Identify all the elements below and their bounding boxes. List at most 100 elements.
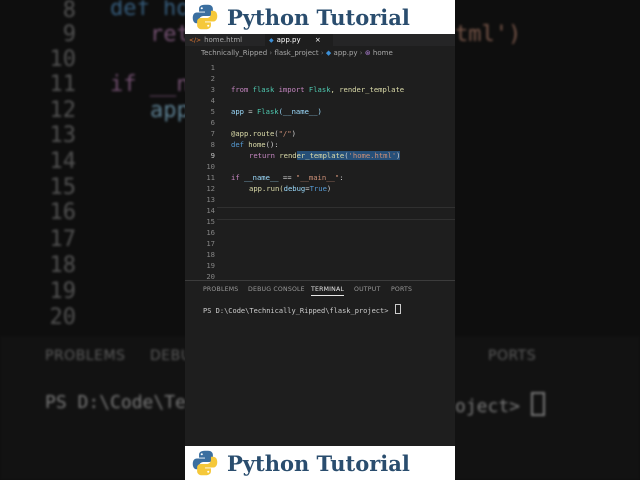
- tab-ports[interactable]: PORTS: [391, 286, 412, 293]
- code-token: def: [231, 140, 244, 149]
- code-token: app: [231, 107, 244, 116]
- line-number: 1: [210, 63, 215, 72]
- code-token: (__name__): [278, 107, 322, 116]
- bg-line-number: 10: [49, 47, 77, 72]
- bg-prompt-right: oject>: [455, 396, 521, 417]
- code-token: rend: [274, 151, 297, 160]
- code-token: 'home.html': [348, 151, 397, 160]
- code-token: ): [291, 129, 296, 138]
- bg-panel-tab: PROBLEMS: [45, 348, 126, 364]
- terminal-panel: PROBLEMS DEBUG CONSOLE TERMINAL OUTPUT P…: [185, 280, 455, 447]
- bg-panel-tab: PORTS: [488, 348, 537, 364]
- line-number: 7: [210, 129, 215, 138]
- tab-label: app.py: [276, 36, 301, 44]
- banner-title: Python Tutorial: [227, 4, 410, 30]
- bg-line-number: 17: [49, 227, 77, 252]
- code-line-11: if __name__ == "__main__":: [231, 173, 344, 182]
- breadcrumb-item[interactable]: home: [373, 49, 393, 57]
- line-number: 18: [206, 250, 215, 259]
- code-token: Flask: [256, 107, 279, 116]
- line-number: 15: [206, 217, 215, 226]
- code-token: import: [278, 85, 305, 94]
- breadcrumb: Technically_Ripped › flask_project › ◆ a…: [201, 49, 393, 57]
- line-number: 6: [210, 118, 215, 127]
- terminal-prompt-text: PS D:\Code\Technically_Ripped\flask_proj…: [203, 307, 393, 315]
- line-number: 2: [210, 74, 215, 83]
- line-number: 5: [210, 107, 215, 116]
- editor-tabs: </> home.html ◆ app.py ×: [185, 34, 455, 46]
- bg-line-number: 14: [49, 149, 77, 174]
- line-number: 13: [206, 195, 215, 204]
- code-token: __name__: [239, 173, 279, 182]
- bg-line-number: 16: [49, 200, 77, 225]
- code-token: from: [231, 85, 249, 94]
- python-file-icon: ◆: [325, 49, 332, 57]
- line-number: 12: [206, 184, 215, 193]
- bg-prompt: oject>: [455, 392, 545, 417]
- bg-code: tml'): [455, 22, 522, 47]
- code-token: home: [243, 140, 266, 149]
- terminal-prompt[interactable]: PS D:\Code\Technically_Ripped\flask_proj…: [203, 304, 401, 315]
- banner-top: Python Tutorial: [185, 0, 455, 34]
- code-line-3: from flask import Flask, render_template: [231, 85, 404, 94]
- code-token: ): [326, 184, 332, 193]
- line-number: 8: [210, 140, 215, 149]
- bg-prompt: PS D:\Code\Tec: [45, 392, 197, 413]
- breadcrumb-item[interactable]: app.py: [334, 49, 358, 57]
- tab-home-html[interactable]: </> home.html: [185, 34, 265, 46]
- line-number: 14: [206, 206, 215, 215]
- bg-line-number: 18: [49, 253, 77, 278]
- line-number: 3: [210, 85, 215, 94]
- close-icon[interactable]: ×: [315, 36, 321, 44]
- code-line-8: def home():: [231, 140, 279, 149]
- code-token: ): [396, 151, 401, 160]
- bg-line-number: 19: [49, 279, 77, 304]
- code-token: "/": [278, 129, 292, 138]
- breadcrumb-item[interactable]: Technically_Ripped: [201, 49, 267, 57]
- tab-app-py[interactable]: ◆ app.py ×: [265, 34, 333, 46]
- code-line-7: @app.route("/"): [231, 129, 296, 138]
- html-file-icon: </>: [189, 37, 202, 44]
- line-number: 9: [210, 151, 215, 160]
- code-token: @app.route: [231, 129, 275, 138]
- bg-code: app: [150, 98, 190, 123]
- code-token: ==: [278, 173, 296, 182]
- tab-problems[interactable]: PROBLEMS: [203, 286, 238, 293]
- line-number: 16: [206, 228, 215, 237]
- function-symbol-icon: ⊛: [364, 49, 371, 57]
- code-token: ():: [265, 140, 279, 149]
- code-token: =: [243, 107, 257, 116]
- bg-line-number: 8: [62, 0, 76, 23]
- code-token: if: [231, 173, 240, 182]
- tab-output[interactable]: OUTPUT: [354, 286, 380, 293]
- bg-line-number: 15: [49, 175, 77, 200]
- code-editor[interactable]: 1 2 3 4 5 6 7 8 9 10 11 12 13 14 15 16 1…: [185, 60, 455, 281]
- bg-line-number: 12: [49, 98, 77, 123]
- python-file-icon: ◆: [269, 37, 274, 44]
- tab-debug-console[interactable]: DEBUG CONSOLE: [248, 286, 305, 293]
- tab-terminal[interactable]: TERMINAL: [311, 286, 345, 296]
- bg-line-number: 11: [49, 72, 77, 97]
- bg-line-number: 13: [49, 123, 77, 148]
- video-column: Python Tutorial </> home.html ◆ app.py × T…: [185, 0, 455, 480]
- line-number: 10: [206, 162, 215, 171]
- code-token: debug: [283, 184, 306, 193]
- banner-title: Python Tutorial: [227, 450, 410, 476]
- code-token: , render_template: [330, 85, 405, 94]
- bg-line-number: 9: [62, 22, 76, 47]
- breadcrumb-item[interactable]: flask_project: [274, 49, 318, 57]
- line-number: 11: [206, 173, 215, 182]
- code-token: app.run(: [249, 184, 284, 193]
- bg-line-number: 20: [49, 305, 77, 330]
- text-selection: er_template('home.html'): [296, 151, 401, 160]
- tab-label: home.html: [204, 36, 243, 44]
- code-token: return: [249, 151, 275, 160]
- banner-bottom: Python Tutorial: [185, 446, 455, 480]
- line-number: 19: [206, 261, 215, 270]
- code-token: True: [309, 184, 327, 193]
- python-logo-icon: [192, 450, 218, 476]
- terminal-cursor: [394, 304, 401, 314]
- code-token: Flask: [304, 85, 331, 94]
- line-number: 17: [206, 239, 215, 248]
- code-line-12: app.run(debug=True): [249, 184, 331, 193]
